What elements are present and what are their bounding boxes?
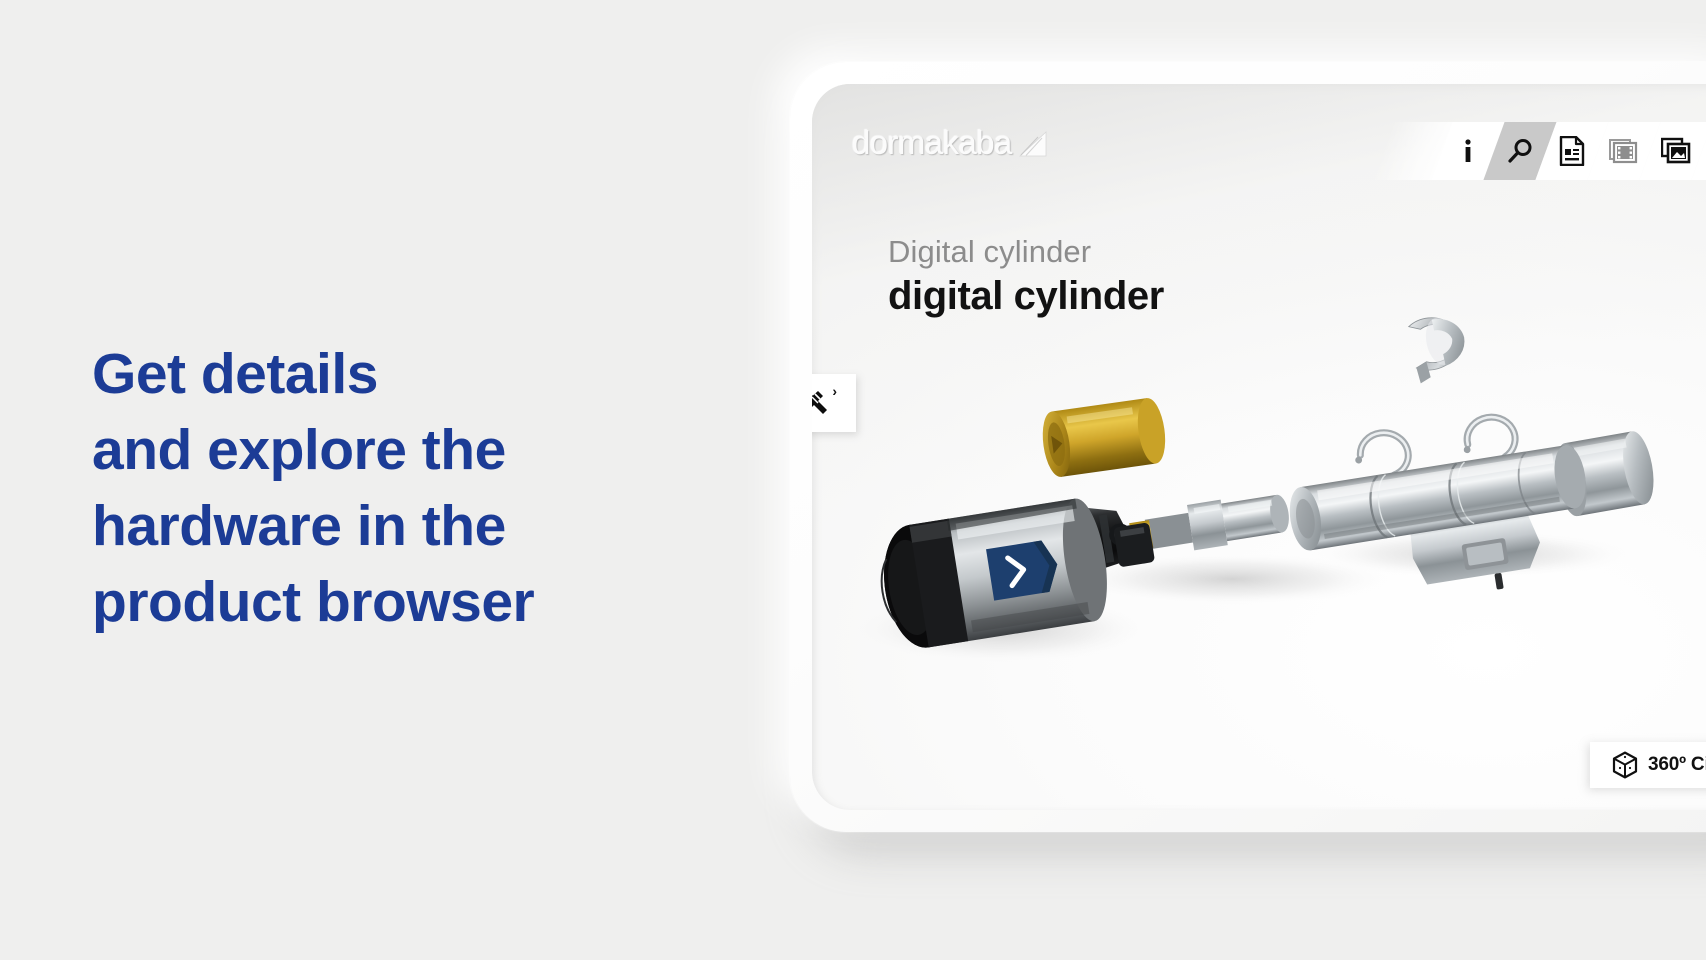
page-root: Get details and explore the hardware in … xyxy=(0,0,1706,960)
info-icon xyxy=(1465,139,1471,162)
brand-logo: dormakaba xyxy=(852,124,1048,162)
image-icon xyxy=(1661,137,1691,164)
device-frame: dormakaba Digital cylinder digital cylin… xyxy=(790,62,1706,832)
film-icon xyxy=(1609,139,1638,164)
headline-line-1: Get details xyxy=(92,342,378,406)
annotation-tools-tab[interactable]: › xyxy=(812,374,856,432)
tool-tab-chevron: › xyxy=(832,383,837,399)
view-mode-badge-360[interactable]: 360º City xyxy=(1590,742,1706,788)
headline-line-4: product browser xyxy=(92,570,535,634)
device-screen: dormakaba Digital cylinder digital cylin… xyxy=(812,84,1706,810)
document-icon xyxy=(1559,136,1585,166)
search-icon xyxy=(1508,139,1532,163)
brand-wordmark: dormakaba xyxy=(852,124,1012,161)
product-render-3d[interactable] xyxy=(812,84,1706,810)
headline-line-3: hardware in the xyxy=(92,494,506,558)
product-title: digital cylinder xyxy=(888,274,1164,318)
product-title-block: Digital cylinder digital cylinder xyxy=(888,234,1164,319)
cube-3d-icon xyxy=(1612,751,1638,779)
headline-line-2: and explore the xyxy=(92,418,506,482)
view-mode-label: 360º City xyxy=(1648,754,1706,775)
dormakaba-slash-mark-icon xyxy=(1018,131,1047,157)
product-subtitle: Digital cylinder xyxy=(888,234,1092,269)
page-headline: Get details and explore the hardware in … xyxy=(92,336,652,640)
top-toolbar xyxy=(1372,122,1706,180)
